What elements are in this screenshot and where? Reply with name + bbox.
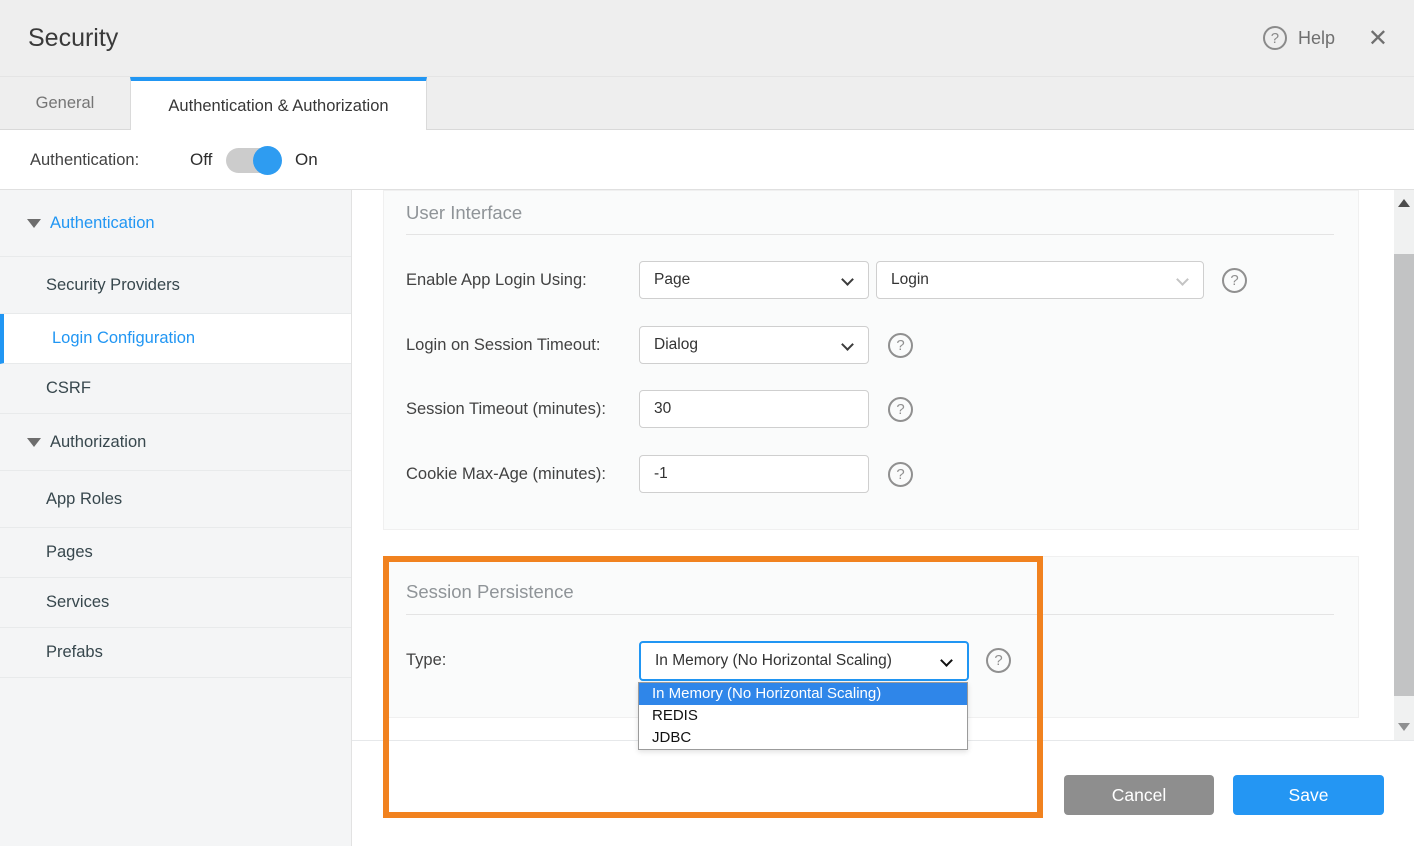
settings-sidebar: Authentication Security Providers Login … [0, 190, 352, 846]
select-value: In Memory (No Horizontal Scaling) [655, 652, 892, 670]
cookie-max-age-input[interactable] [639, 455, 869, 493]
section-divider [406, 614, 1334, 615]
login-on-session-timeout-label: Login on Session Timeout: [406, 326, 600, 364]
authentication-toggle[interactable] [226, 148, 280, 173]
sidebar-item-prefabs[interactable]: Prefabs [0, 628, 351, 678]
scroll-up-arrow-icon[interactable] [1398, 199, 1410, 207]
chevron-down-icon [841, 273, 854, 286]
save-button[interactable]: Save [1233, 775, 1384, 815]
toggle-knob [253, 146, 282, 175]
sidebar-item-app-roles[interactable]: App Roles [0, 471, 351, 528]
authentication-toggle-row: Authentication: Off On [0, 130, 1414, 190]
help-icon[interactable]: ? [888, 397, 913, 422]
dropdown-option-in-memory[interactable]: In Memory (No Horizontal Scaling) [639, 683, 967, 705]
cookie-max-age-label: Cookie Max-Age (minutes): [406, 455, 606, 493]
session-timeout-label: Session Timeout (minutes): [406, 390, 606, 428]
enable-app-login-label: Enable App Login Using: [406, 261, 587, 299]
sidebar-item-services[interactable]: Services [0, 578, 351, 628]
toggle-off-label: Off [190, 130, 212, 190]
dropdown-option-redis[interactable]: REDIS [639, 705, 967, 727]
select-value: Dialog [654, 336, 698, 354]
scroll-down-arrow-icon[interactable] [1398, 723, 1410, 731]
help-label: Help [1298, 28, 1335, 49]
authentication-toggle-label: Authentication: [30, 130, 139, 190]
toggle-on-label: On [295, 130, 318, 190]
tab-authentication-authorization[interactable]: Authentication & Authorization [130, 77, 427, 131]
scrollbar-thumb[interactable] [1394, 254, 1414, 696]
session-timeout-input[interactable] [639, 390, 869, 428]
dialog-footer: Cancel Save [352, 740, 1414, 846]
sidebar-item-security-providers[interactable]: Security Providers [0, 257, 351, 314]
login-on-session-timeout-select[interactable]: Dialog [639, 326, 869, 364]
dialog-header: Security ? Help ✕ [0, 0, 1414, 76]
tab-bar: General Authentication & Authorization [0, 76, 1414, 130]
enable-app-login-select[interactable]: Page [639, 261, 869, 299]
sidebar-group-label: Authorization [50, 433, 146, 452]
page-title: Security [28, 0, 118, 76]
section-title: User Interface [406, 202, 522, 224]
tab-general[interactable]: General [0, 77, 130, 130]
sidebar-item-csrf[interactable]: CSRF [0, 364, 351, 414]
vertical-scrollbar[interactable] [1394, 190, 1414, 740]
section-divider [406, 234, 1334, 235]
cancel-button[interactable]: Cancel [1064, 775, 1214, 815]
select-value: Page [654, 271, 690, 289]
chevron-down-icon [841, 338, 854, 351]
triangle-down-icon [27, 438, 41, 447]
help-icon: ? [1263, 26, 1287, 50]
help-icon[interactable]: ? [986, 648, 1011, 673]
user-interface-section: User Interface Enable App Login Using: P… [383, 190, 1359, 530]
close-icon[interactable]: ✕ [1368, 0, 1388, 76]
dropdown-option-jdbc[interactable]: JDBC [639, 727, 967, 749]
help-icon[interactable]: ? [1222, 268, 1247, 293]
session-persistence-type-select[interactable]: In Memory (No Horizontal Scaling) [639, 641, 969, 681]
sidebar-item-pages[interactable]: Pages [0, 528, 351, 578]
security-dialog: Security ? Help ✕ General Authentication… [0, 0, 1414, 846]
section-title: Session Persistence [406, 581, 574, 603]
login-page-select[interactable]: Login [876, 261, 1204, 299]
type-label: Type: [406, 641, 446, 679]
sidebar-group-authorization[interactable]: Authorization [0, 414, 351, 471]
help-button[interactable]: ? Help [1263, 0, 1335, 76]
select-value: Login [891, 271, 929, 289]
chevron-down-icon [940, 654, 953, 667]
type-select-dropdown-list: In Memory (No Horizontal Scaling) REDIS … [638, 682, 968, 750]
chevron-down-icon [1176, 273, 1189, 286]
triangle-down-icon [27, 219, 41, 228]
sidebar-group-label: Authentication [50, 214, 155, 233]
sidebar-group-authentication[interactable]: Authentication [0, 190, 351, 257]
help-icon[interactable]: ? [888, 333, 913, 358]
help-icon[interactable]: ? [888, 462, 913, 487]
sidebar-item-login-configuration[interactable]: Login Configuration [0, 314, 351, 364]
